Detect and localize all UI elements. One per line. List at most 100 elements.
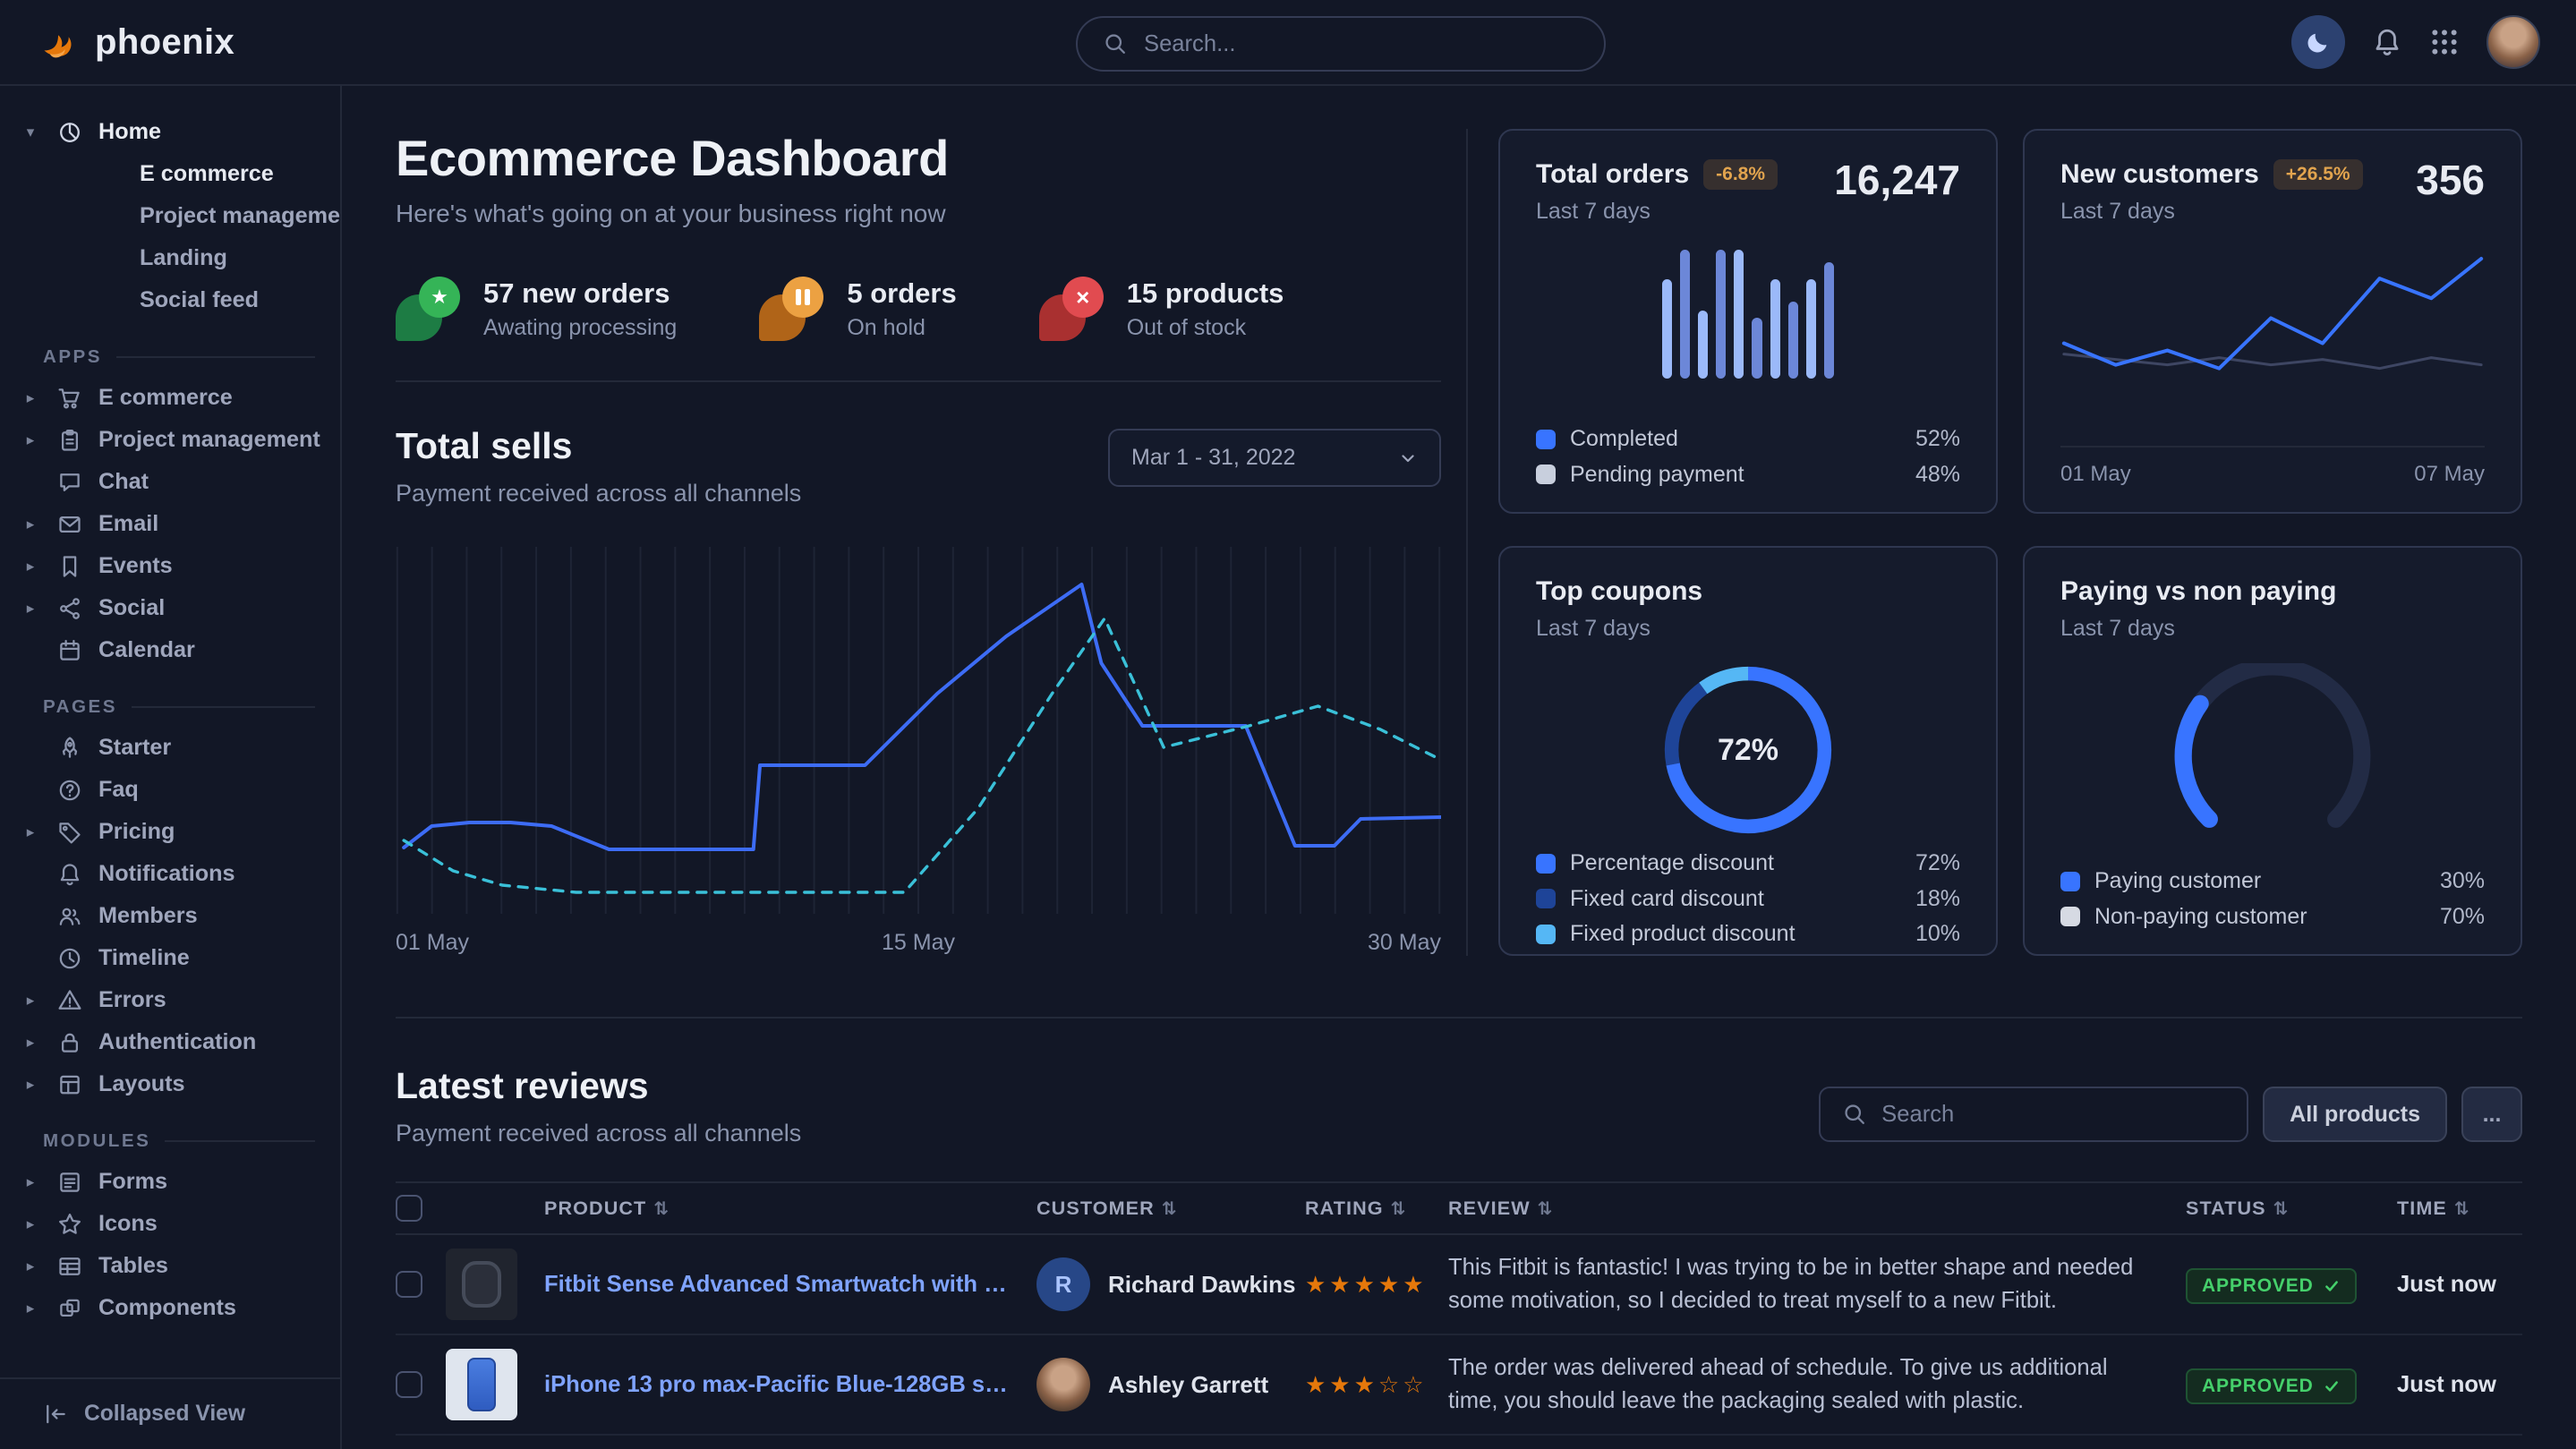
customer-name: Richard Dawkins [1108, 1271, 1296, 1299]
sidebar-item-forms[interactable]: ▸ Forms [0, 1161, 340, 1203]
column-header-time[interactable]: TIME⇅ [2397, 1197, 2522, 1220]
more-options-button[interactable]: ... [2461, 1087, 2522, 1142]
column-header-review[interactable]: REVIEW⇅ [1448, 1197, 2186, 1220]
total-sells-x-axis: 01 May 15 May 30 May [396, 930, 1441, 956]
sidebar-item-authentication[interactable]: ▸Authentication [0, 1021, 340, 1063]
stat-sub: On hold [847, 315, 956, 341]
sidebar-item-layouts[interactable]: ▸Layouts [0, 1063, 340, 1105]
apps-menu-button[interactable] [2429, 27, 2460, 57]
all-products-button[interactable]: All products [2263, 1087, 2447, 1142]
legend-label: Percentage discount [1570, 851, 1774, 876]
caret-right-icon: ▸ [20, 1076, 41, 1094]
sidebar-subitem-project-management[interactable]: Project management [0, 195, 340, 237]
sort-icon: ⇅ [1391, 1199, 1407, 1219]
total-sells-header: Total sells Payment received across all … [396, 425, 1441, 507]
sidebar-item-pricing[interactable]: ▸Pricing [0, 811, 340, 853]
kpi-cards: Total orders-6.8% Last 7 days 16,247 Com… [1498, 129, 2522, 956]
sidebar-item-errors[interactable]: ▸Errors [0, 979, 340, 1021]
reviews-search[interactable] [1819, 1087, 2248, 1142]
sidebar-item-social[interactable]: ▸Social [0, 587, 340, 629]
donut-center-label: 72% [1661, 663, 1835, 837]
topbar: phoenix [0, 0, 2576, 86]
global-search-input[interactable] [1144, 31, 1579, 57]
sidebar-item-label: Starter [98, 735, 171, 761]
layout-icon [57, 1072, 82, 1097]
legend-label: Fixed product discount [1570, 922, 1796, 947]
legend-label: Non-paying customer [2094, 905, 2307, 930]
legend-value: 18% [1915, 887, 1960, 912]
caret-right-icon: ▸ [20, 823, 41, 841]
date-range-select[interactable]: Mar 1 - 31, 2022 [1108, 429, 1441, 487]
sidebar-item-icons[interactable]: ▸Icons [0, 1203, 340, 1245]
review-time: Just now [2397, 1372, 2522, 1398]
product-cell: iPhone 13 pro max-Pacific Blue-128GB sto… [446, 1349, 1036, 1420]
total-orders-bar-chart [1662, 250, 1834, 379]
mail-icon [57, 512, 82, 537]
sidebar-item-calendar[interactable]: Calendar [0, 629, 340, 671]
sidebar-item-label: Forms [98, 1169, 167, 1195]
legend-item-non-paying-customer: Non-paying customer70% [2060, 905, 2485, 930]
sidebar-item-label: Calendar [98, 637, 195, 663]
sidebar-item-starter[interactable]: Starter [0, 727, 340, 769]
new-customers-x-axis: 01 May 07 May [2060, 446, 2485, 487]
row-checkbox[interactable] [396, 1271, 422, 1298]
notifications-button[interactable] [2372, 27, 2402, 57]
select-all-checkbox[interactable] [396, 1195, 422, 1222]
sidebar-item-tables[interactable]: ▸Tables [0, 1245, 340, 1287]
column-header-status[interactable]: STATUS⇅ [2186, 1197, 2397, 1220]
sidebar-item-chat[interactable]: Chat [0, 461, 340, 503]
total-sells-subtitle: Payment received across all channels [396, 480, 801, 507]
sidebar-subitem-e-commerce[interactable]: E commerce [0, 153, 340, 195]
reviews-table-header: PRODUCT⇅CUSTOMER⇅RATING⇅REVIEW⇅STATUS⇅TI… [396, 1181, 2522, 1235]
top-coupons-legend: Percentage discount72%Fixed card discoun… [1536, 851, 1960, 947]
collapse-view-button[interactable]: Collapsed View [0, 1377, 340, 1449]
bell-icon [2372, 27, 2402, 57]
product-link[interactable]: iPhone 13 pro max-Pacific Blue-128GB sto… [544, 1372, 1008, 1398]
sidebar-item-e-commerce[interactable]: ▸E commerce [0, 377, 340, 419]
reviews-title: Latest reviews [396, 1065, 801, 1107]
status-cell: APPROVED [2186, 1366, 2397, 1404]
reviews-search-input[interactable] [1881, 1102, 2225, 1128]
caret-right-icon: ▸ [20, 1215, 41, 1233]
column-header-product[interactable]: PRODUCT⇅ [446, 1197, 1036, 1220]
rocket-icon [57, 736, 82, 761]
bar [1662, 279, 1672, 379]
user-avatar[interactable] [2486, 15, 2540, 69]
sidebar-item-email[interactable]: ▸Email [0, 503, 340, 545]
trend-badge: +26.5% [2273, 159, 2363, 190]
column-header-customer[interactable]: CUSTOMER⇅ [1036, 1197, 1305, 1220]
legend-swatch [2060, 907, 2080, 926]
sidebar-item-timeline[interactable]: Timeline [0, 937, 340, 979]
brand[interactable]: phoenix [36, 20, 235, 64]
caret-right-icon: ▸ [20, 431, 41, 449]
sidebar-item-members[interactable]: Members [0, 895, 340, 937]
sidebar-item-notifications[interactable]: Notifications [0, 853, 340, 895]
caret-right-icon: ▸ [20, 1034, 41, 1052]
sidebar-item-events[interactable]: ▸Events [0, 545, 340, 587]
card-value: 16,247 [1834, 159, 1960, 200]
legend-label: Paying customer [2094, 869, 2261, 894]
sort-icon: ⇅ [2273, 1199, 2290, 1219]
column-header-rating[interactable]: RATING⇅ [1305, 1197, 1448, 1220]
sidebar-item-home[interactable]: ▾Home [0, 111, 340, 153]
legend-label: Fixed card discount [1570, 887, 1764, 912]
global-search[interactable] [1076, 16, 1606, 72]
sidebar-item-label: Faq [98, 777, 139, 803]
sidebar-item-project-management[interactable]: ▸Project management [0, 419, 340, 461]
page-subtitle: Here's what's going on at your business … [396, 200, 1441, 228]
x-badge-icon: × [1039, 277, 1104, 341]
x-label: 07 May [2414, 462, 2485, 487]
sidebar-item-faq[interactable]: Faq [0, 769, 340, 811]
row-checkbox[interactable] [396, 1371, 422, 1398]
product-link[interactable]: Fitbit Sense Advanced Smartwatch with To… [544, 1272, 1008, 1298]
sidebar-subitem-landing[interactable]: Landing [0, 237, 340, 279]
sidebar-item-label: E commerce [98, 385, 233, 411]
customer-avatar [1036, 1358, 1090, 1411]
sidebar-subitem-social-feed[interactable]: Social feed [0, 279, 340, 321]
stat-sub: Awating processing [483, 315, 677, 341]
bar [1680, 250, 1690, 379]
caret-right-icon: ▸ [20, 1173, 41, 1191]
theme-toggle-button[interactable] [2291, 15, 2345, 69]
stat-sub: Out of stock [1127, 315, 1284, 341]
sidebar-item-components[interactable]: ▸Components [0, 1287, 340, 1329]
